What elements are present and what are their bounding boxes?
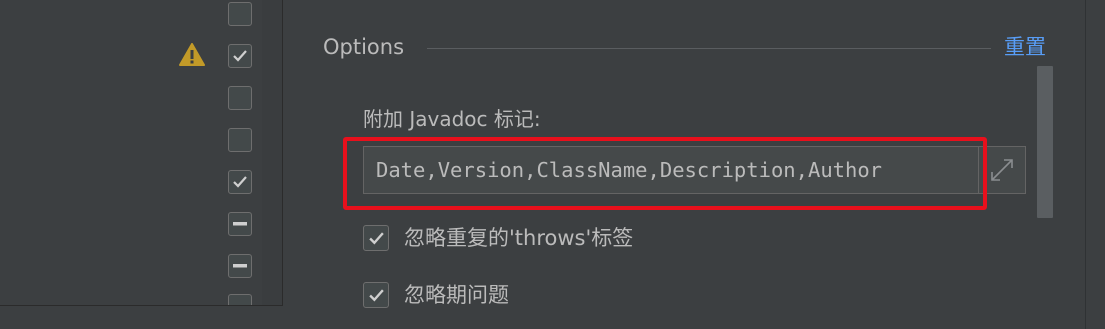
ignore-duplicate-throws-label[interactable]: 忽略重复的'throws'标签 <box>404 225 633 251</box>
settings-window: Options 重置 附加 Javadoc 标记: Date,Version,C… <box>0 0 1105 329</box>
tree-checkbox-6[interactable] <box>228 212 252 236</box>
tree-checkbox-5[interactable] <box>228 170 252 194</box>
minus-icon <box>233 222 247 226</box>
options-separator <box>427 48 991 49</box>
ignore-period-problems-checkbox[interactable] <box>363 282 389 308</box>
inspections-tree-panel <box>0 0 283 306</box>
options-title: Options <box>323 35 405 59</box>
ignore-duplicate-throws-option[interactable]: 忽略重复的'throws'标签 <box>363 224 633 252</box>
javadoc-tags-input[interactable]: Date,Version,ClassName,Description,Autho… <box>363 146 979 194</box>
tree-checkbox-1[interactable] <box>228 2 252 26</box>
ignore-period-problems-label[interactable]: 忽略期问题 <box>404 282 509 308</box>
javadoc-tags-value[interactable]: Date,Version,ClassName,Description,Autho… <box>376 157 882 183</box>
ignore-period-problems-option[interactable]: 忽略期问题 <box>363 281 509 309</box>
tree-checkbox-8[interactable] <box>228 294 252 305</box>
reset-link[interactable]: 重置 <box>1004 34 1046 60</box>
minus-icon <box>233 264 247 268</box>
right-gutter <box>1086 0 1105 329</box>
tree-checkbox-4[interactable] <box>228 128 252 152</box>
expand-arrows-icon <box>991 159 1013 181</box>
tree-checkbox-7[interactable] <box>228 254 252 278</box>
tree-gutter <box>262 0 282 305</box>
checkmark-icon <box>368 231 384 244</box>
tree-checkbox-2[interactable] <box>228 44 252 68</box>
warning-icon <box>179 43 205 67</box>
scrollbar-thumb[interactable] <box>1037 66 1053 218</box>
expand-field-button[interactable] <box>979 146 1026 194</box>
ignore-duplicate-throws-checkbox[interactable] <box>363 225 389 251</box>
javadoc-tags-label: 附加 Javadoc 标记: <box>363 107 541 131</box>
checkmark-icon <box>368 288 384 301</box>
tree-checkbox-3[interactable] <box>228 86 252 110</box>
checkmark-icon <box>233 176 247 188</box>
checkmark-icon <box>233 50 247 62</box>
